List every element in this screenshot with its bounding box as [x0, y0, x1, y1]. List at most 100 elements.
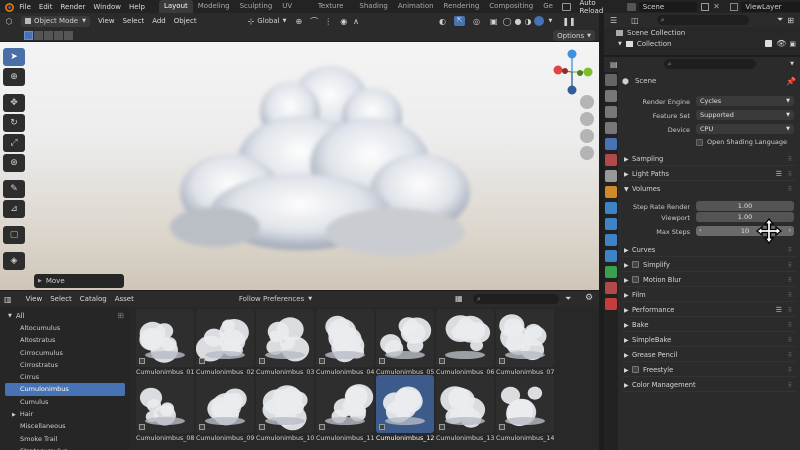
workspace-tab-rendering[interactable]: Rendering [439, 0, 485, 13]
drag-handle-icon[interactable]: ⠿ [788, 168, 792, 181]
catalog-item-altostratus[interactable]: Altostratus [0, 334, 130, 346]
world-tab-icon[interactable] [605, 154, 617, 166]
workspace-tab-texture-paint[interactable]: Texture Paint [313, 0, 355, 23]
object-tab-icon[interactable] [605, 186, 617, 198]
drag-handle-icon[interactable]: ⠿ [788, 304, 792, 317]
pin-icon[interactable]: 📌 [786, 77, 796, 86]
drag-handle-icon[interactable]: ⠿ [788, 153, 792, 166]
select-mode-difference-icon[interactable] [54, 30, 63, 40]
modifier-tab-icon[interactable] [605, 202, 617, 214]
decrement-arrow-icon[interactable]: ‹ [699, 226, 701, 236]
new-scene-icon[interactable] [701, 2, 710, 11]
drag-handle-icon[interactable]: ⠿ [788, 364, 792, 377]
drag-handle-icon[interactable]: ⠿ [788, 289, 792, 302]
render-tab-icon[interactable] [605, 90, 617, 102]
device-dropdown[interactable]: CPU ▼ [696, 124, 794, 134]
collection-tab-icon[interactable] [605, 170, 617, 182]
navigation-gizmo[interactable] [550, 46, 596, 98]
menu-render[interactable]: Render [60, 3, 85, 11]
view-layer-tab-icon[interactable] [605, 122, 617, 134]
viewport-menu-select[interactable]: Select [123, 17, 145, 25]
3d-viewport[interactable]: ➤ ⊕ ✥ ↻ ⤢ ⊛ ✎ ⊿ ▢ ◈ ▶ Move [0, 42, 599, 290]
drag-handle-icon[interactable]: ⠿ [788, 244, 792, 257]
snap-icon[interactable]: ⌒ [310, 16, 318, 27]
outliner-display-icon[interactable]: ◫ [631, 16, 639, 25]
catalog-item-cumulonimbus[interactable]: Cumulonimbus [5, 383, 125, 396]
falloff-icon[interactable]: ∧ [353, 17, 359, 26]
properties-editor-icon[interactable]: ▤ [610, 60, 618, 69]
add-catalog-icon[interactable]: ⊞ [117, 311, 124, 320]
drag-handle-icon[interactable]: ⠿ [788, 379, 792, 392]
import-method-dropdown[interactable]: Follow Preferences ▼ [236, 294, 315, 305]
zoom-icon[interactable] [580, 95, 594, 109]
shading-solid-icon[interactable]: ● [515, 17, 522, 26]
add-cube-tool[interactable]: ▢ [3, 226, 25, 244]
select-mode-extend-icon[interactable] [34, 30, 43, 40]
panel-volumes[interactable]: ▼ Volumes ⠿ [622, 183, 796, 196]
camera-render-icon[interactable]: ▣ [789, 40, 796, 48]
asset-search-input[interactable]: ⌕ [473, 294, 559, 304]
panel-simplebake[interactable]: ▶ SimpleBake ⠿ [622, 334, 796, 347]
catalog-item-smoke-trail[interactable]: Smoke Trail [0, 433, 130, 445]
xray-icon[interactable]: ▣ [490, 17, 498, 26]
overlay-toggle-icon[interactable]: ◎ [473, 17, 480, 26]
catalog-all[interactable]: ▼ All ⊞ [0, 309, 130, 322]
step-rate-render-field[interactable]: 1.00 [696, 201, 794, 211]
cloud-volume[interactable] [0, 42, 599, 290]
panel-checkbox[interactable] [632, 366, 639, 373]
asset-item[interactable]: Cumulonimbus_05 [376, 309, 434, 376]
blender-logo-icon[interactable] [2, 2, 15, 12]
mode-selector[interactable]: Object Mode ▼ [21, 15, 90, 27]
workspace-tab-modeling[interactable]: Modeling [193, 0, 235, 13]
menu-help[interactable]: Help [129, 3, 145, 11]
workspace-tab-layout[interactable]: Layout [158, 0, 193, 13]
feature-set-dropdown[interactable]: Supported ▼ [696, 110, 794, 120]
asset-item[interactable]: Cumulonimbus_10 [256, 375, 314, 442]
delete-scene-icon[interactable]: ✕ [713, 2, 720, 11]
asset-item[interactable]: Cumulonimbus_11 [316, 375, 374, 442]
asset-settings-gear-icon[interactable]: ⚙ [585, 293, 593, 303]
asset-item[interactable]: Cumulonimbus_13 [436, 375, 494, 442]
shading-options-icon[interactable]: ▼ [548, 18, 552, 24]
workspace-tab-sculpting[interactable]: Sculpting [235, 0, 278, 13]
osl-checkbox[interactable] [696, 138, 703, 146]
proportional-edit-icon[interactable]: ◉ [340, 17, 347, 26]
shading-rendered-icon[interactable] [534, 16, 545, 26]
new-collection-icon[interactable]: ⊞ [787, 16, 794, 25]
visibility-icon[interactable]: ◐ [439, 17, 446, 26]
constraints-tab-icon[interactable] [605, 250, 617, 262]
view-layer-icon[interactable] [729, 2, 739, 11]
output-tab-icon[interactable] [605, 106, 617, 118]
catalog-item-cirrus[interactable]: Cirrus [0, 371, 130, 383]
viewport-menu-view[interactable]: View [98, 17, 115, 25]
scene-icon[interactable] [627, 2, 636, 11]
increment-arrow-icon[interactable]: › [789, 226, 791, 236]
select-box-tool[interactable]: ➤ [3, 48, 25, 66]
catalog-item-altocumulus[interactable]: Altocumulus [0, 322, 130, 334]
panel-sampling[interactable]: ▶ Sampling ⠿ [622, 153, 796, 166]
move-tool[interactable]: ✥ [3, 94, 25, 112]
asset-item[interactable]: Cumulonimbus_09 [196, 375, 254, 442]
viewport-menu-add[interactable]: Add [152, 17, 166, 25]
asset-item[interactable]: Cumulonimbus_03 [256, 309, 314, 376]
asset-item[interactable]: Cumulonimbus_02 [196, 309, 254, 376]
menu-window[interactable]: Window [93, 3, 121, 11]
properties-options-icon[interactable]: ▼ [790, 61, 794, 67]
cursor-tool[interactable]: ⊕ [3, 68, 25, 86]
asset-item[interactable]: Cumulonimbus_07 [496, 309, 554, 376]
catalog-item-cirrocumulus[interactable]: Cirrocumulus [0, 347, 130, 359]
select-mode-subtract-icon[interactable] [44, 30, 53, 40]
workspace-tab-uv-editing[interactable]: UV Editing [277, 0, 313, 23]
rotate-tool[interactable]: ↻ [3, 114, 25, 132]
panel-motion-blur[interactable]: ▶ Motion Blur ⠿ [622, 274, 796, 287]
physics-tab-icon[interactable] [605, 234, 617, 246]
pause-render-icon[interactable]: ❚❚ [562, 17, 575, 26]
select-mode-new-icon[interactable] [24, 30, 33, 40]
collection-row[interactable]: ▼ Collection 👁 ▣ [604, 38, 800, 49]
particles-tab-icon[interactable] [605, 218, 617, 230]
asset-menu-catalog[interactable]: Catalog [80, 295, 107, 303]
catalog-item-miscellaneous[interactable]: Miscellaneous [0, 420, 130, 432]
catalog-item-cumulus[interactable]: Cumulus [0, 396, 130, 408]
drag-handle-icon[interactable]: ⠿ [788, 259, 792, 272]
scale-tool[interactable]: ⤢ [3, 134, 25, 152]
